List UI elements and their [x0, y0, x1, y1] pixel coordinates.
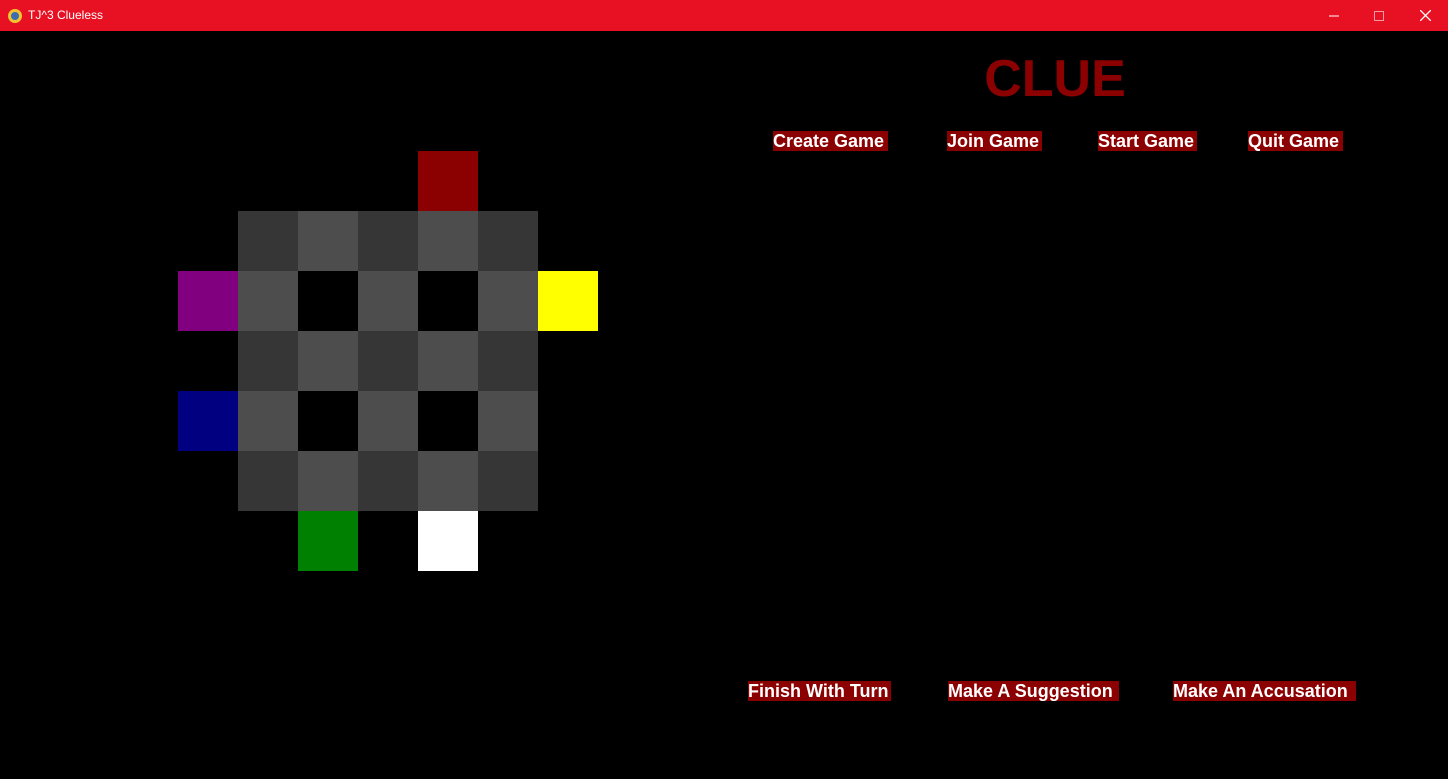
token-blue — [178, 391, 238, 451]
window-title: TJ^3 Clueless — [28, 8, 103, 22]
start-game-button[interactable]: Start Game — [1098, 131, 1197, 151]
board-tile[interactable] — [238, 271, 298, 331]
join-game-button[interactable]: Join Game — [947, 131, 1042, 151]
board-tile[interactable] — [478, 331, 538, 391]
board-tile[interactable] — [298, 391, 358, 451]
token-yellow — [538, 271, 598, 331]
board-tile[interactable] — [298, 271, 358, 331]
token-white — [418, 511, 478, 571]
board-tile[interactable] — [238, 391, 298, 451]
close-button[interactable] — [1402, 0, 1448, 31]
board-tile[interactable] — [358, 211, 418, 271]
board-tile[interactable] — [238, 211, 298, 271]
board-tile[interactable] — [298, 451, 358, 511]
board-tile[interactable] — [478, 271, 538, 331]
board-tile[interactable] — [478, 451, 538, 511]
board-tile[interactable] — [418, 391, 478, 451]
board-tile[interactable] — [478, 391, 538, 451]
board-tile[interactable] — [298, 331, 358, 391]
close-icon — [1419, 10, 1431, 21]
board-tile[interactable] — [418, 451, 478, 511]
maximize-button[interactable] — [1356, 0, 1402, 31]
make-suggestion-button[interactable]: Make A Suggestion — [948, 681, 1119, 701]
board-tile[interactable] — [358, 271, 418, 331]
board-tile[interactable] — [418, 331, 478, 391]
board-tile[interactable] — [238, 451, 298, 511]
token-purple — [178, 271, 238, 331]
minimize-button[interactable] — [1311, 0, 1357, 31]
game-canvas: CLUE Create Game Join Game Start Game Qu… — [0, 31, 1448, 779]
board-tile[interactable] — [478, 211, 538, 271]
board-tile[interactable] — [238, 331, 298, 391]
token-green — [298, 511, 358, 571]
create-game-button[interactable]: Create Game — [773, 131, 888, 151]
board-tile[interactable] — [418, 211, 478, 271]
make-accusation-button[interactable]: Make An Accusation — [1173, 681, 1356, 701]
title-bar: TJ^3 Clueless — [0, 0, 1448, 31]
minimize-icon — [1329, 15, 1339, 16]
app-icon — [8, 9, 22, 23]
quit-game-button[interactable]: Quit Game — [1248, 131, 1343, 151]
token-red — [418, 151, 478, 211]
board-tile[interactable] — [358, 331, 418, 391]
board-tile[interactable] — [358, 391, 418, 451]
board-tile[interactable] — [358, 451, 418, 511]
maximize-icon — [1374, 10, 1384, 21]
finish-turn-button[interactable]: Finish With Turn — [748, 681, 891, 701]
game-title: CLUE — [984, 50, 1126, 108]
board-tile[interactable] — [418, 271, 478, 331]
board-tile[interactable] — [298, 211, 358, 271]
